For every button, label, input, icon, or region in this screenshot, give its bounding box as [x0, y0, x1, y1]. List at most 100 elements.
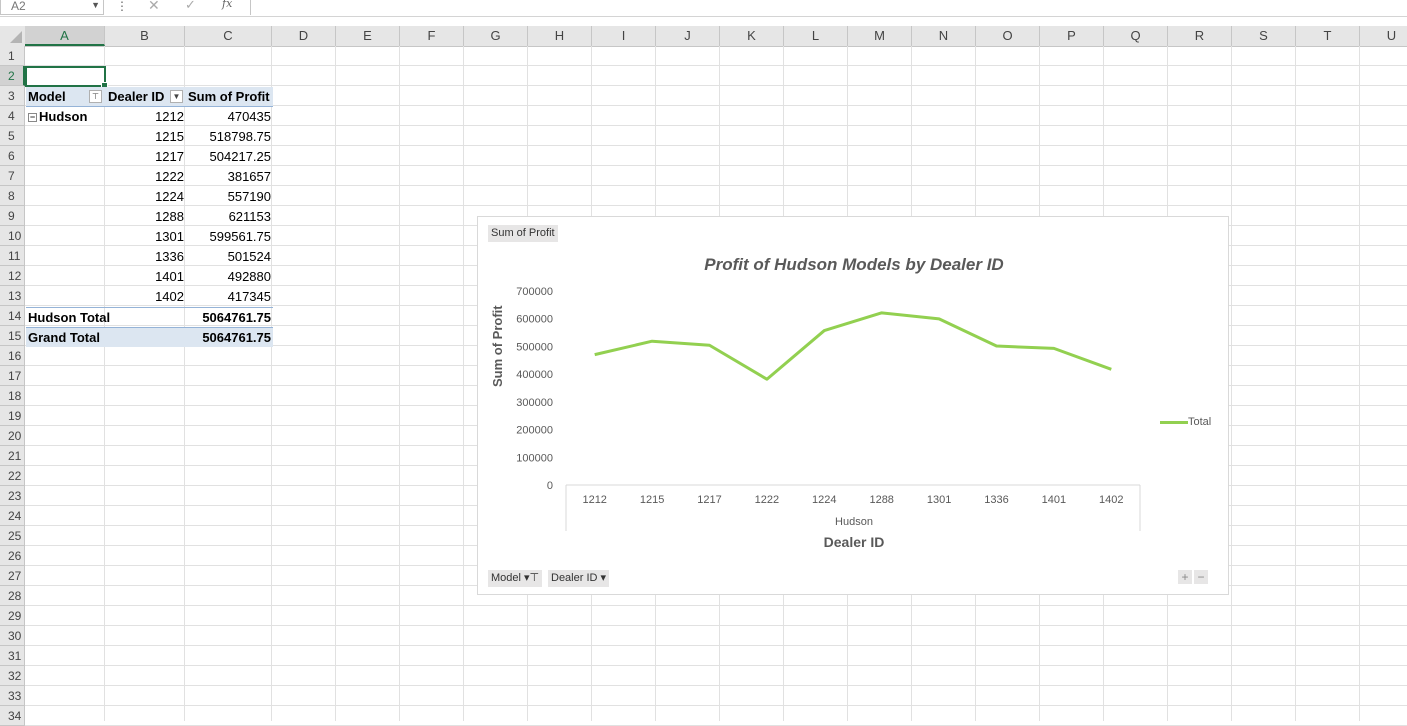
pivot-dealer-cell[interactable]: 1224 — [106, 187, 186, 207]
row-header-8[interactable]: 8 — [0, 186, 25, 206]
row-header-34[interactable]: 34 — [0, 706, 25, 726]
pivot-profit-cell[interactable]: 504217.25 — [186, 147, 273, 167]
column-header-b[interactable]: B — [105, 26, 185, 46]
pivot-dealer-cell[interactable]: 1402 — [106, 287, 186, 307]
row-header-14[interactable]: 14 — [0, 306, 25, 326]
row-header-16[interactable]: 16 — [0, 346, 25, 366]
data-point[interactable] — [937, 316, 942, 321]
dealer-field-button[interactable]: Dealer ID ▾ — [548, 570, 610, 587]
expand-field-button[interactable]: + — [1178, 570, 1192, 584]
x-axis-title[interactable]: Dealer ID — [478, 534, 1230, 550]
row-header-18[interactable]: 18 — [0, 386, 25, 406]
pivot-profit-cell[interactable]: 470435 — [186, 107, 273, 127]
pivot-subtotal-value[interactable]: 5064761.75 — [186, 307, 273, 327]
row-header-19[interactable]: 19 — [0, 406, 25, 426]
column-header-a[interactable]: A — [25, 26, 105, 46]
pivot-profit-cell[interactable]: 621153 — [186, 207, 273, 227]
row-header-24[interactable]: 24 — [0, 506, 25, 526]
row-header-7[interactable]: 7 — [0, 166, 25, 186]
row-header-11[interactable]: 11 — [0, 246, 25, 266]
data-point[interactable] — [707, 343, 712, 348]
column-header-t[interactable]: T — [1296, 26, 1360, 46]
pivot-grand-total-label[interactable]: Grand Total — [26, 327, 186, 347]
column-header-c[interactable]: C — [185, 26, 272, 46]
column-header-d[interactable]: D — [272, 26, 336, 46]
column-header-e[interactable]: E — [336, 26, 400, 46]
model-field-button[interactable]: Model ▾⊤ — [488, 570, 543, 587]
formula-input[interactable] — [250, 0, 1407, 15]
pivot-profit-cell[interactable]: 599561.75 — [186, 227, 273, 247]
active-cell-a2[interactable] — [25, 66, 108, 89]
pivot-dealer-cell[interactable]: 1217 — [106, 147, 186, 167]
filter-active-icon[interactable]: ⊤ — [89, 90, 102, 103]
filter-dropdown-icon[interactable]: ▼ — [170, 90, 183, 103]
pivot-group-hudson[interactable]: − Hudson — [26, 107, 106, 127]
pivot-dealer-cell[interactable]: 1301 — [106, 227, 186, 247]
column-header-h[interactable]: H — [528, 26, 592, 46]
row-header-30[interactable]: 30 — [0, 626, 25, 646]
column-header-f[interactable]: F — [400, 26, 464, 46]
pivot-profit-cell[interactable]: 381657 — [186, 167, 273, 187]
row-header-26[interactable]: 26 — [0, 546, 25, 566]
row-header-5[interactable]: 5 — [0, 126, 25, 146]
pivot-dealer-cell[interactable]: 1212 — [106, 107, 186, 127]
column-header-k[interactable]: K — [720, 26, 784, 46]
pivot-dealer-cell[interactable]: 1222 — [106, 167, 186, 187]
column-header-j[interactable]: J — [656, 26, 720, 46]
row-header-9[interactable]: 9 — [0, 206, 25, 226]
pivot-grand-total-value[interactable]: 5064761.75 — [186, 327, 273, 347]
series-line-total[interactable] — [594, 311, 1112, 381]
pivot-chart[interactable]: Sum of Profit Profit of Hudson Models by… — [477, 216, 1229, 595]
row-header-10[interactable]: 10 — [0, 226, 25, 246]
row-header-17[interactable]: 17 — [0, 366, 25, 386]
collapse-field-button[interactable]: − — [1194, 570, 1208, 584]
column-header-p[interactable]: P — [1040, 26, 1104, 46]
pivot-dealer-cell[interactable]: 1401 — [106, 267, 186, 287]
row-header-6[interactable]: 6 — [0, 146, 25, 166]
column-header-o[interactable]: O — [976, 26, 1040, 46]
pivot-profit-cell[interactable]: 557190 — [186, 187, 273, 207]
row-header-28[interactable]: 28 — [0, 586, 25, 606]
pivot-profit-cell[interactable]: 417345 — [186, 287, 273, 307]
data-point[interactable] — [1051, 346, 1056, 351]
row-header-23[interactable]: 23 — [0, 486, 25, 506]
row-header-2[interactable]: 2 — [0, 66, 25, 86]
column-header-q[interactable]: Q — [1104, 26, 1168, 46]
row-header-25[interactable]: 25 — [0, 526, 25, 546]
column-header-g[interactable]: G — [464, 26, 528, 46]
data-point[interactable] — [764, 377, 769, 382]
chart-legend[interactable]: Total — [1160, 416, 1211, 428]
column-header-l[interactable]: L — [784, 26, 848, 46]
select-all-button[interactable] — [0, 26, 26, 46]
row-header-4[interactable]: 4 — [0, 106, 25, 126]
row-header-20[interactable]: 20 — [0, 426, 25, 446]
pivot-profit-cell[interactable]: 492880 — [186, 267, 273, 287]
row-header-32[interactable]: 32 — [0, 666, 25, 686]
pivot-dealer-cell[interactable]: 1288 — [106, 207, 186, 227]
pivot-dealer-cell[interactable]: 1215 — [106, 127, 186, 147]
column-header-r[interactable]: R — [1168, 26, 1232, 46]
row-header-29[interactable]: 29 — [0, 606, 25, 626]
row-header-31[interactable]: 31 — [0, 646, 25, 666]
row-header-1[interactable]: 1 — [0, 46, 25, 66]
data-point[interactable] — [1109, 367, 1114, 372]
chevron-down-icon[interactable]: ▼ — [91, 0, 100, 13]
collapse-icon[interactable]: − — [28, 113, 37, 123]
name-box[interactable]: A2 ▼ — [0, 0, 104, 15]
enter-icon[interactable]: ✓ — [185, 0, 196, 13]
row-header-21[interactable]: 21 — [0, 446, 25, 466]
pivot-dealer-cell[interactable]: 1336 — [106, 247, 186, 267]
pivot-profit-cell[interactable]: 518798.75 — [186, 127, 273, 147]
cancel-icon[interactable]: ✕ — [148, 0, 160, 14]
row-header-22[interactable]: 22 — [0, 466, 25, 486]
column-header-n[interactable]: N — [912, 26, 976, 46]
data-point[interactable] — [822, 328, 827, 333]
data-point[interactable] — [879, 310, 884, 315]
column-header-m[interactable]: M — [848, 26, 912, 46]
column-header-i[interactable]: I — [592, 26, 656, 46]
column-header-u[interactable]: U — [1360, 26, 1407, 46]
row-header-15[interactable]: 15 — [0, 326, 25, 346]
data-point[interactable] — [994, 344, 999, 349]
row-header-12[interactable]: 12 — [0, 266, 25, 286]
data-point[interactable] — [592, 352, 597, 357]
